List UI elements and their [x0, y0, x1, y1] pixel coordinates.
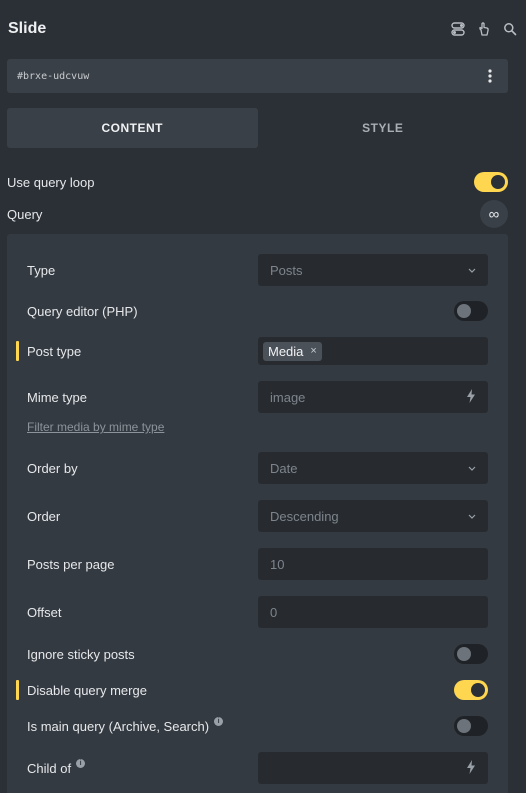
offset-input[interactable]: 0: [258, 596, 488, 628]
type-select[interactable]: Posts: [258, 254, 488, 286]
post-type-tag-label: Media: [268, 343, 304, 359]
toggle-knob: [457, 719, 471, 733]
posts-per-page-control: 10: [258, 548, 488, 580]
post-type-tag: Media ×: [263, 341, 322, 361]
toggle-knob: [457, 647, 471, 661]
pointer-hand-icon[interactable]: [476, 21, 492, 37]
use-query-loop-label: Use query loop: [7, 174, 95, 190]
order-by-row: Order by Date: [27, 452, 488, 484]
order-by-control: Date: [258, 452, 488, 484]
post-type-label: Post type: [27, 343, 82, 359]
is-main-query-label-wrap: Is main query (Archive, Search) i: [27, 716, 224, 734]
info-icon[interactable]: i: [76, 758, 86, 768]
query-row: Query ∞: [7, 200, 508, 228]
toggle-knob: [491, 175, 505, 189]
order-row: Order Descending: [27, 500, 488, 532]
query-editor-label: Query editor (PHP): [27, 303, 138, 319]
toggle-knob: [457, 304, 471, 318]
ignore-sticky-label: Ignore sticky posts: [27, 646, 135, 662]
changed-marker: [16, 341, 19, 361]
type-label: Type: [27, 262, 56, 278]
offset-row: Offset 0: [27, 596, 488, 628]
offset-label: Offset: [27, 604, 62, 620]
order-by-select[interactable]: Date: [258, 452, 488, 484]
child-of-row: Child of i: [27, 752, 488, 784]
ignore-sticky-row: Ignore sticky posts: [27, 644, 488, 664]
ignore-sticky-toggle[interactable]: [454, 644, 488, 664]
chevron-down-icon: [468, 265, 476, 275]
order-value: Descending: [270, 508, 339, 524]
order-by-value: Date: [270, 460, 298, 476]
filter-mime-type-link[interactable]: Filter media by mime type: [27, 420, 164, 434]
mime-type-label: Mime type: [27, 389, 87, 405]
type-row: Type Posts: [27, 254, 488, 286]
dynamic-data-icon[interactable]: [466, 759, 476, 777]
mime-type-row: Mime type image: [27, 381, 488, 413]
disable-query-merge-row: Disable query merge: [16, 680, 488, 700]
child-of-label: Child of: [27, 760, 72, 776]
child-of-input[interactable]: [258, 752, 488, 784]
tab-content[interactable]: CONTENT: [7, 108, 258, 148]
post-type-control: Media ×: [258, 337, 488, 365]
panel-header: Slide: [0, 0, 526, 58]
mime-type-input[interactable]: image: [258, 381, 488, 413]
query-settings-panel: Type Posts Query editor (PHP) Post type …: [7, 234, 508, 793]
order-label: Order: [27, 508, 61, 524]
child-of-label-wrap: Child of i: [27, 758, 86, 776]
dynamic-data-icon[interactable]: [466, 388, 476, 406]
remove-tag-icon[interactable]: ×: [310, 345, 316, 357]
more-vertical-icon[interactable]: [482, 69, 498, 83]
header-icons: [450, 21, 518, 37]
posts-per-page-input[interactable]: 10: [258, 548, 488, 580]
element-id-bar[interactable]: #brxe-udcvuw: [7, 59, 508, 93]
is-main-query-toggle[interactable]: [454, 716, 488, 736]
mime-type-control: image: [258, 381, 488, 413]
toggle-icon[interactable]: [450, 21, 466, 37]
element-id-text[interactable]: #brxe-udcvuw: [17, 71, 89, 82]
order-by-label: Order by: [27, 460, 78, 476]
offset-control: 0: [258, 596, 488, 628]
offset-placeholder: 0: [270, 604, 278, 620]
panel-tabs: CONTENT STYLE: [7, 108, 508, 148]
child-of-control: [258, 752, 488, 784]
toggle-knob: [471, 683, 485, 697]
use-query-loop-row: Use query loop: [7, 170, 508, 194]
is-main-query-row: Is main query (Archive, Search) i: [27, 716, 488, 736]
disable-query-merge-toggle[interactable]: [454, 680, 488, 700]
order-control: Descending: [258, 500, 488, 532]
tab-style[interactable]: STYLE: [258, 108, 509, 148]
infinity-icon[interactable]: ∞: [480, 200, 508, 228]
order-select[interactable]: Descending: [258, 500, 488, 532]
chevron-down-icon: [468, 511, 476, 521]
info-icon[interactable]: i: [214, 716, 224, 726]
search-icon[interactable]: [502, 21, 518, 37]
element-title: Slide: [8, 20, 47, 37]
changed-marker: [16, 680, 19, 700]
disable-query-merge-label: Disable query merge: [27, 682, 147, 698]
posts-per-page-placeholder: 10: [270, 556, 285, 572]
mime-type-placeholder: image: [270, 389, 306, 405]
query-label: Query: [7, 206, 43, 222]
query-editor-toggle[interactable]: [454, 301, 488, 321]
post-type-select[interactable]: Media ×: [258, 337, 488, 365]
type-control: Posts: [258, 254, 488, 286]
post-type-row: Post type Media ×: [16, 337, 488, 365]
chevron-down-icon: [468, 463, 476, 473]
type-value: Posts: [270, 262, 303, 278]
posts-per-page-label: Posts per page: [27, 556, 115, 572]
posts-per-page-row: Posts per page 10: [27, 548, 488, 580]
query-editor-row: Query editor (PHP): [27, 301, 488, 321]
is-main-query-label: Is main query (Archive, Search): [27, 718, 210, 734]
use-query-loop-toggle[interactable]: [474, 172, 508, 192]
